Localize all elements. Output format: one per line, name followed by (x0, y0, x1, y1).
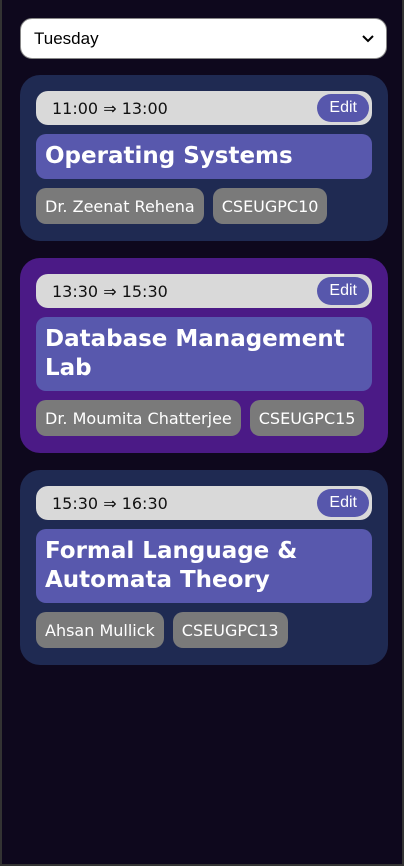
day-select[interactable]: Tuesday (20, 18, 387, 59)
time-bar: 15:30 ⇒ 16:30 Edit (36, 486, 372, 520)
class-title: Database Management Lab (36, 317, 372, 391)
teacher-tag: Dr. Zeenat Rehena (36, 188, 204, 224)
class-tags: Dr. Zeenat Rehena CSEUGPC10 (36, 188, 372, 224)
chevron-down-icon (362, 33, 374, 45)
class-title: Operating Systems (36, 134, 372, 179)
class-card: 13:30 ⇒ 15:30 Edit Database Management L… (20, 258, 388, 453)
teacher-tag: Ahsan Mullick (36, 612, 164, 648)
class-tags: Ahsan Mullick CSEUGPC13 (36, 612, 372, 648)
edit-button[interactable]: Edit (317, 489, 369, 517)
edit-button[interactable]: Edit (317, 94, 369, 122)
course-code-tag: CSEUGPC13 (172, 612, 288, 648)
teacher-tag: Dr. Moumita Chatterjee (36, 400, 241, 436)
class-tags: Dr. Moumita Chatterjee CSEUGPC15 (36, 400, 372, 436)
time-bar: 11:00 ⇒ 13:00 Edit (36, 91, 372, 125)
class-time: 15:30 ⇒ 16:30 (52, 493, 168, 513)
class-card: 15:30 ⇒ 16:30 Edit Formal Language & Aut… (20, 470, 388, 665)
class-card: 11:00 ⇒ 13:00 Edit Operating Systems Dr.… (20, 75, 388, 241)
class-time: 11:00 ⇒ 13:00 (52, 98, 168, 118)
class-title: Formal Language & Automata Theory (36, 529, 372, 603)
time-bar: 13:30 ⇒ 15:30 Edit (36, 274, 372, 308)
edit-button[interactable]: Edit (317, 277, 369, 305)
class-time: 13:30 ⇒ 15:30 (52, 281, 168, 301)
day-select-value: Tuesday (34, 28, 99, 48)
course-code-tag: CSEUGPC15 (249, 400, 365, 436)
course-code-tag: CSEUGPC10 (212, 188, 328, 224)
